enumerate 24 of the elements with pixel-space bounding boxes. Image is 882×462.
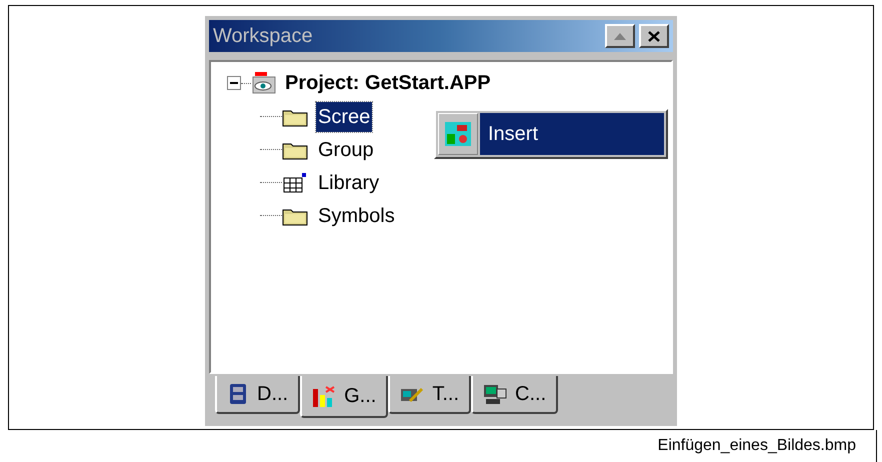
file-caption: Einfügen_eines_Bildes.bmp [658, 436, 856, 456]
tree-item[interactable]: Library [316, 168, 382, 198]
minus-icon [230, 82, 238, 84]
menu-item[interactable]: Insert [480, 113, 664, 155]
tree-item[interactable]: Project: GetStart.APP [285, 68, 491, 98]
tab[interactable]: G... [300, 376, 388, 418]
close-icon [648, 30, 660, 42]
tree-item[interactable]: Symbols [316, 200, 397, 230]
tree-item[interactable]: Scree [316, 102, 372, 132]
eye-icon [251, 71, 277, 95]
tab[interactable]: T... [388, 376, 472, 414]
tab[interactable]: D... [215, 376, 300, 414]
computer-icon [483, 383, 508, 405]
tree-item[interactable]: Group [316, 134, 376, 164]
collapse-toggle[interactable] [227, 76, 241, 90]
tab[interactable]: C... [471, 376, 558, 414]
cabinet-icon [227, 383, 249, 405]
bar-chart-icon [312, 385, 336, 407]
window-title: Workspace [213, 24, 313, 49]
close-button[interactable] [639, 24, 669, 48]
up-arrow-icon [614, 32, 626, 40]
grid-icon [282, 172, 308, 194]
picture-icon [445, 122, 471, 146]
maximize-button[interactable] [605, 24, 635, 48]
